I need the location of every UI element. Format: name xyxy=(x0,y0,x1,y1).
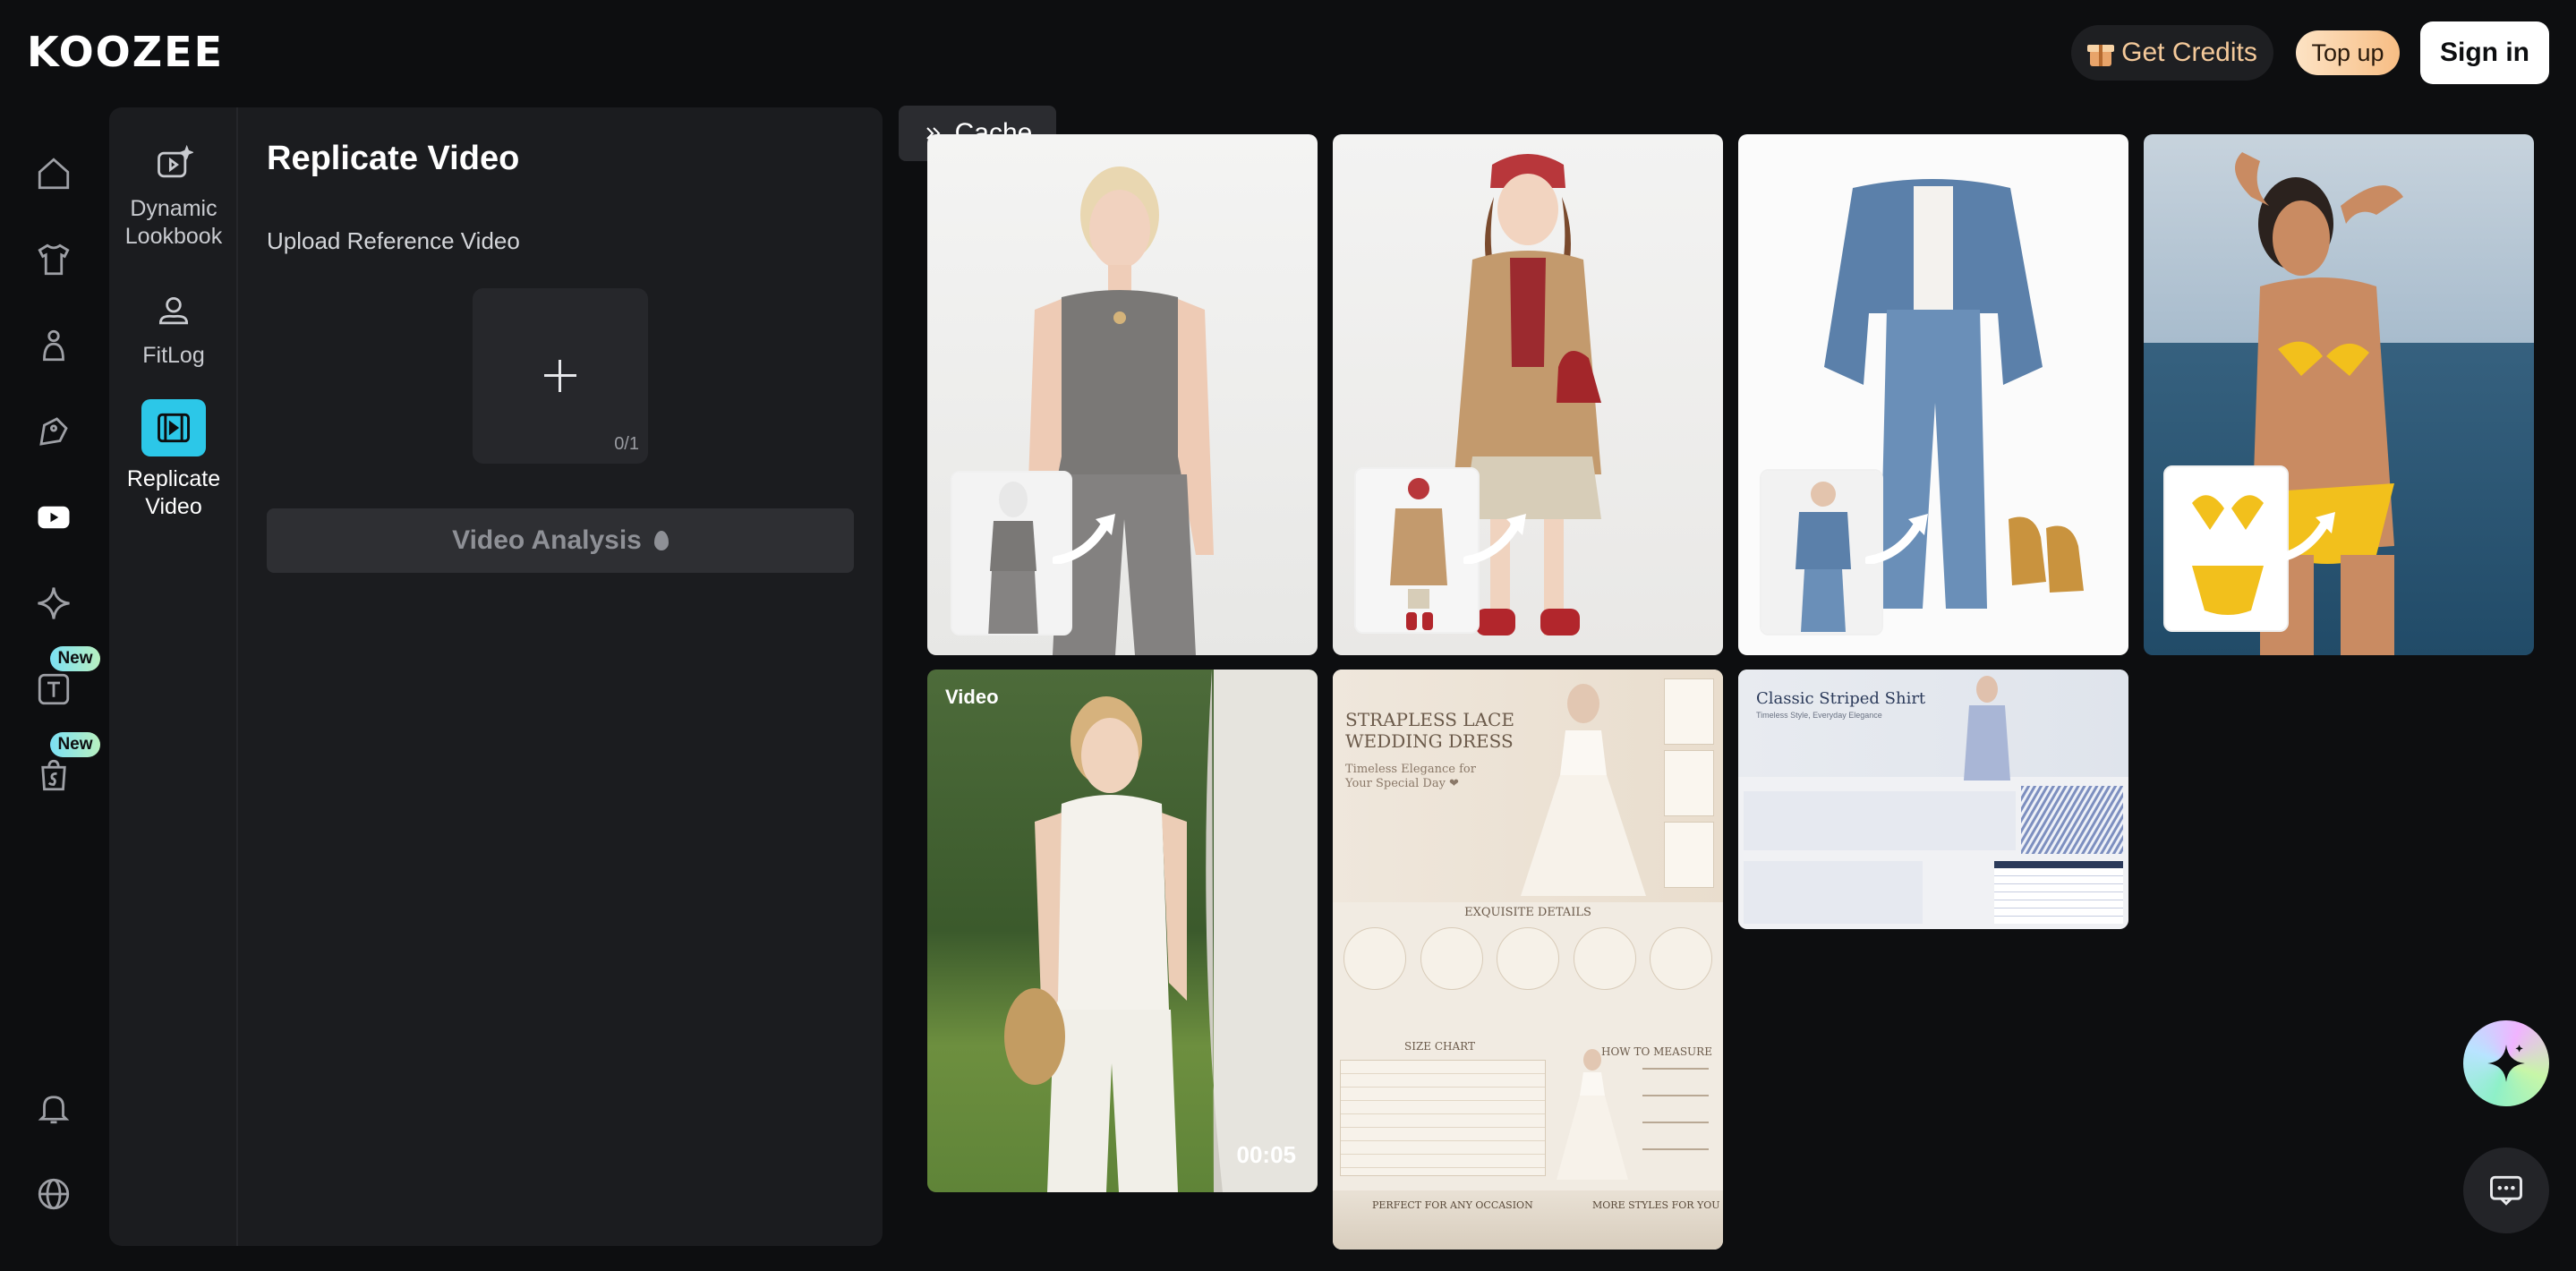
subnav-item-dynamic-lookbook[interactable]: Dynamic Lookbook xyxy=(109,143,238,251)
video-analysis-label: Video Analysis xyxy=(452,525,642,555)
subnav-label: Dynamic Lookbook xyxy=(124,196,223,249)
shirt-size-table xyxy=(1994,861,2123,924)
arrow-icon xyxy=(1053,514,1115,564)
person-pin-icon xyxy=(152,290,195,333)
fabric-swatch xyxy=(2021,786,2123,854)
chat-icon xyxy=(2490,1175,2522,1206)
arrow-icon xyxy=(2273,512,2335,562)
sparkle-video-icon xyxy=(152,143,195,186)
size-chart-heading: SIZE CHART xyxy=(1404,1040,1476,1053)
get-credits-button[interactable]: Get Credits xyxy=(2071,25,2273,81)
arrow-icon xyxy=(1865,514,1928,564)
subnav-label: Replicate Video xyxy=(126,466,221,519)
get-credits-label: Get Credits xyxy=(2121,38,2257,67)
product-thumbnail xyxy=(2163,465,2289,632)
page-title: Replicate Video xyxy=(267,140,520,177)
koozee-logo[interactable]: KOOZEE xyxy=(27,28,224,76)
upload-video-dropzone[interactable]: 0/1 xyxy=(473,288,648,464)
wedding-title: STRAPLESS LACE WEDDING DRESS xyxy=(1345,709,1514,752)
dress-detail-thumbs xyxy=(1664,678,1714,893)
film-play-icon xyxy=(141,399,206,456)
chat-support-button[interactable] xyxy=(2463,1147,2549,1233)
gift-icon xyxy=(2087,39,2115,66)
size-chart-table xyxy=(1340,1060,1546,1176)
wedding-dress-figure xyxy=(1521,684,1646,896)
shirt-hero xyxy=(1738,670,2128,777)
replicate-video-panel: Dynamic Lookbook FitLog Replicate Video … xyxy=(109,107,883,1246)
details-heading: EXQUISITE DETAILS xyxy=(1464,906,1591,919)
wedding-subtitle: Timeless Elegance for Your Special Day ❤ xyxy=(1345,763,1476,790)
shopify-icon[interactable] xyxy=(32,754,75,797)
measure-figure xyxy=(1557,1049,1709,1180)
subnav-item-fitlog[interactable]: FitLog xyxy=(109,290,238,370)
detail-circles xyxy=(1343,927,1712,999)
model-white-outfit-image xyxy=(1004,670,1318,1192)
home-icon[interactable] xyxy=(32,152,75,195)
plus-icon xyxy=(544,360,576,392)
subnav-item-replicate-video[interactable]: Replicate Video xyxy=(109,399,238,521)
tag-icon[interactable] xyxy=(32,410,75,453)
gallery-card[interactable]: Classic Striped Shirt Timeless Style, Ev… xyxy=(1738,670,2128,929)
shirt-subtitle: Timeless Style, Everyday Elegance xyxy=(1756,711,1882,720)
video-tag: Video xyxy=(945,686,999,708)
sparkle-icon[interactable] xyxy=(32,582,75,625)
shirt-title: Classic Striped Shirt xyxy=(1756,689,1926,708)
video-card[interactable]: Video 00:05 xyxy=(927,670,1318,1192)
product-thumbnail xyxy=(1354,467,1480,634)
sparkle-icon xyxy=(2487,1045,2525,1082)
top-bar: KOOZEE Get Credits Top up Sign in xyxy=(0,0,2576,104)
bell-icon[interactable] xyxy=(32,1087,75,1130)
occasion-heading: PERFECT FOR ANY OCCASION xyxy=(1372,1199,1533,1211)
wedding-title-line2: WEDDING DRESS xyxy=(1345,730,1514,752)
gallery-card[interactable] xyxy=(927,134,1318,655)
sign-in-button[interactable]: Sign in xyxy=(2420,21,2549,84)
upload-label: Upload Reference Video xyxy=(267,227,520,254)
shirt-model-figure xyxy=(1964,676,2010,781)
credit-drop-icon xyxy=(653,531,669,550)
subnav-label: FitLog xyxy=(142,343,205,368)
new-badge: New xyxy=(50,732,100,757)
top-up-button[interactable]: Top up xyxy=(2296,30,2400,75)
style-it-strip xyxy=(1744,791,2016,850)
gallery-card[interactable] xyxy=(1333,134,1723,655)
wedding-title-line1: STRAPLESS LACE xyxy=(1345,709,1514,730)
video-analysis-button[interactable]: Video Analysis xyxy=(267,508,854,573)
gallery-card[interactable] xyxy=(1738,134,2128,655)
wedding-hero: STRAPLESS LACE WEDDING DRESS Timeless El… xyxy=(1333,670,1723,902)
gallery-card[interactable] xyxy=(2144,134,2534,655)
sub-navigation: Dynamic Lookbook FitLog Replicate Video xyxy=(109,107,238,1246)
more-styles-heading: MORE STYLES FOR YOU xyxy=(1592,1199,1720,1211)
new-badge: New xyxy=(50,646,100,671)
youtube-icon[interactable] xyxy=(32,496,75,539)
arrow-icon xyxy=(1463,514,1526,564)
video-duration: 00:05 xyxy=(1236,1141,1297,1168)
model-icon[interactable] xyxy=(32,324,75,367)
globe-icon[interactable] xyxy=(32,1173,75,1216)
gallery-card[interactable]: STRAPLESS LACE WEDDING DRESS Timeless El… xyxy=(1333,670,1723,1250)
shirt-icon[interactable] xyxy=(32,238,75,281)
ai-assistant-button[interactable] xyxy=(2463,1020,2549,1106)
upload-count: 0/1 xyxy=(614,434,639,454)
text-tool-icon[interactable] xyxy=(32,668,75,711)
thoughtful-details-strip xyxy=(1744,861,1923,924)
